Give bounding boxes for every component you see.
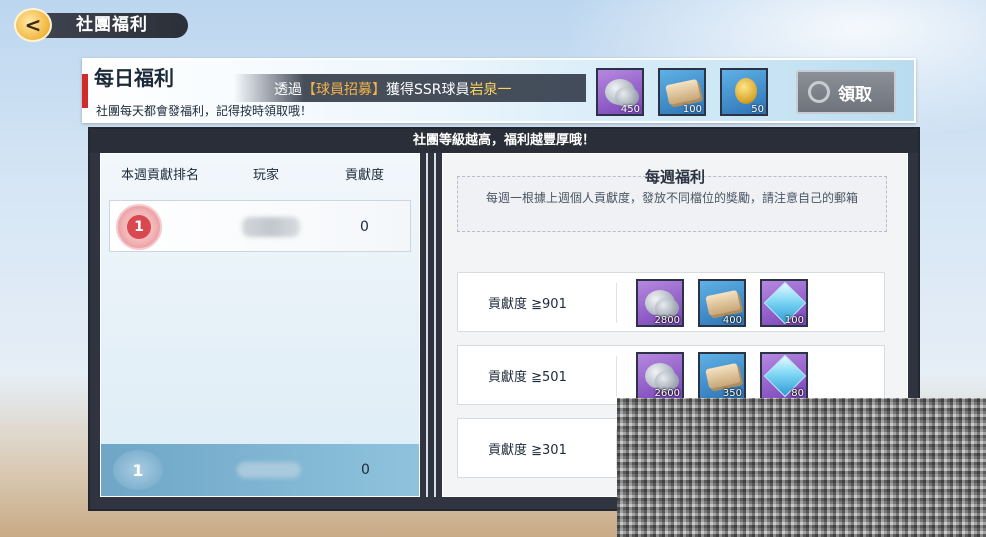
- tier-row: 貢獻度 ≧901 2800 400 100: [457, 272, 885, 332]
- reward-item[interactable]: 80: [760, 352, 808, 400]
- daily-reward-coins[interactable]: 450: [596, 68, 644, 116]
- blurred-player-name: [242, 217, 300, 237]
- ranking-panel: 本週貢獻排名 玩家 貢獻度 1 0 1 0: [100, 153, 420, 497]
- self-rank-badge: 1: [113, 450, 163, 490]
- cash-bundle-icon: [705, 362, 741, 390]
- promo-highlight: 【球員招募】: [302, 82, 386, 98]
- cash-bundle-icon: [705, 289, 741, 317]
- col-rank-header: 本週貢獻排名: [121, 168, 200, 183]
- promo-text: 透過【球員招募】獲得SSR球員岩泉一: [274, 82, 512, 98]
- my-contribution-value: 0: [361, 462, 370, 478]
- tier-row: 貢獻度 ≧501 2600 350 80: [457, 345, 885, 405]
- page-title: 社團福利: [40, 13, 188, 38]
- silver-coins-icon: [645, 363, 679, 391]
- contribution-value: 0: [360, 219, 369, 235]
- accent-bar: [82, 74, 88, 108]
- gold-medal-icon: [735, 78, 757, 104]
- reward-item[interactable]: 2600: [636, 352, 684, 400]
- rank-medal-icon: 1: [116, 204, 162, 250]
- promo-player: 岩泉一: [469, 82, 512, 98]
- my-ranking-row: 1 0: [101, 444, 419, 496]
- board-banner: 社團等級越高，福利越豐厚哦！: [90, 129, 918, 153]
- reward-item[interactable]: 100: [760, 279, 808, 327]
- reward-item[interactable]: 350: [698, 352, 746, 400]
- silver-coins-icon: [605, 79, 639, 107]
- silver-coins-icon: [645, 290, 679, 318]
- divider: [616, 356, 617, 396]
- ranking-row[interactable]: 1 0: [109, 200, 411, 252]
- back-arrow-icon: <: [24, 13, 42, 37]
- book-spine: [426, 153, 436, 497]
- reward-item[interactable]: 400: [698, 279, 746, 327]
- reward-item[interactable]: 2800: [636, 279, 684, 327]
- ring-icon: [808, 81, 830, 103]
- daily-reward-cash[interactable]: 100: [658, 68, 706, 116]
- blurred-player-name: [237, 462, 301, 478]
- daily-benefit-header: 每日福利 透過【球員招募】獲得SSR球員岩泉一 社團每天都會發福利，記得按時領取…: [82, 58, 916, 123]
- daily-note: 社團每天都會發福利，記得按時領取哦！: [96, 104, 313, 118]
- col-player-header: 玩家: [253, 168, 280, 183]
- tier-label: 貢獻度 ≧301: [488, 443, 567, 458]
- cash-bundle-icon: [665, 78, 701, 106]
- back-button[interactable]: <: [14, 8, 52, 42]
- pixelated-overlay: [617, 398, 986, 537]
- divider: [616, 283, 617, 323]
- tier-label: 貢獻度 ≧501: [488, 370, 567, 385]
- col-contribution-header: 貢獻度: [345, 168, 385, 183]
- weekly-title: 每週福利: [644, 168, 705, 186]
- tier-label: 貢獻度 ≧901: [488, 297, 567, 312]
- daily-title: 每日福利: [94, 66, 174, 90]
- claim-button[interactable]: 領取: [796, 70, 896, 114]
- daily-reward-medal[interactable]: 50: [720, 68, 768, 116]
